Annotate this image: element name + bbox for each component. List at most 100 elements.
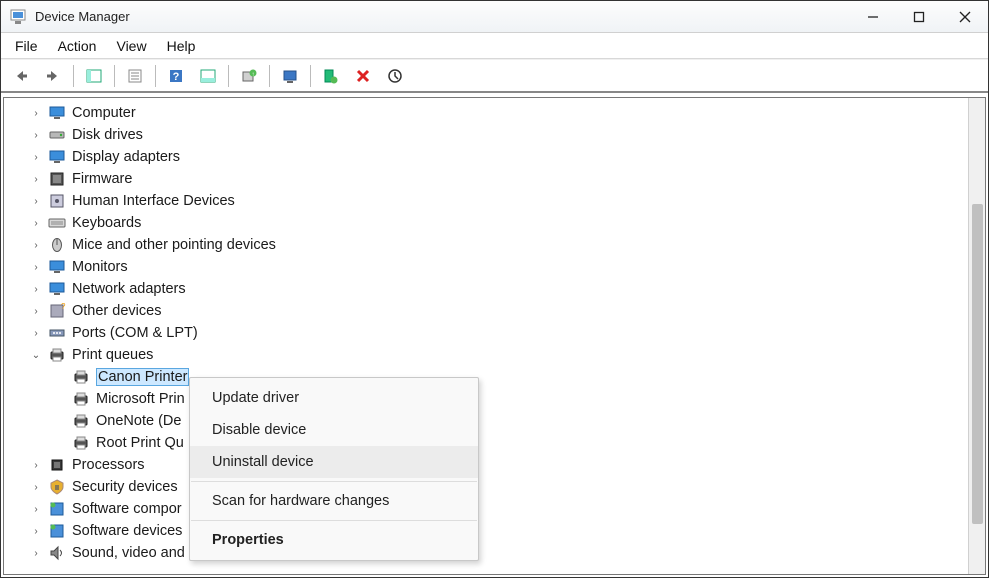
chevron-right-icon[interactable]: ›	[30, 151, 42, 163]
scrollbar-thumb[interactable]	[972, 204, 983, 524]
help-button[interactable]: ?	[164, 64, 188, 88]
mouse-icon	[48, 236, 66, 254]
tree-category[interactable]: ›Sound, video and game controllers	[4, 542, 968, 564]
tree-category[interactable]: › Mice and other pointing devices	[4, 234, 968, 256]
port-icon	[48, 324, 66, 342]
chevron-right-icon[interactable]: ›	[30, 173, 42, 185]
tree-label: Monitors	[72, 259, 128, 275]
tree-label: Ports (COM & LPT)	[72, 325, 198, 341]
tree-item[interactable]: Canon Printer	[4, 366, 968, 388]
chip-icon	[48, 170, 66, 188]
tree-category[interactable]: ⌄Print queues	[4, 344, 968, 366]
tree-label: Human Interface Devices	[72, 193, 235, 209]
chevron-right-icon[interactable]: ›	[30, 481, 42, 493]
chevron-right-icon[interactable]: ›	[30, 217, 42, 229]
tree-label: Mice and other pointing devices	[72, 237, 276, 253]
monitor-icon	[48, 148, 66, 166]
properties-button[interactable]	[123, 64, 147, 88]
tree-category[interactable]: ›Computer	[4, 102, 968, 124]
menubar: File Action View Help	[1, 33, 988, 59]
context-menu-item[interactable]: Update driver	[190, 382, 478, 414]
context-menu-item[interactable]: Properties	[190, 524, 478, 556]
uninstall-button[interactable]	[351, 64, 375, 88]
toolbar-separator	[155, 65, 156, 87]
tree-category[interactable]: ›? Other devices	[4, 300, 968, 322]
tree-label: Root Print Qu	[96, 435, 184, 451]
chevron-right-icon[interactable]: ›	[30, 327, 42, 339]
tree-label: Network adapters	[72, 281, 186, 297]
context-menu-item[interactable]: Uninstall device	[190, 446, 478, 478]
context-menu-item[interactable]: Scan for hardware changes	[190, 485, 478, 517]
tree-label: Other devices	[72, 303, 161, 319]
menu-help[interactable]: Help	[157, 36, 206, 56]
maximize-button[interactable]	[896, 1, 942, 33]
close-button[interactable]	[942, 1, 988, 33]
chevron-right-icon[interactable]: ›	[30, 459, 42, 471]
chevron-right-icon[interactable]: ›	[30, 129, 42, 141]
tree-item[interactable]: Root Print Qu	[4, 432, 968, 454]
chevron-right-icon[interactable]: ›	[30, 547, 42, 559]
security-icon	[48, 478, 66, 496]
menu-view[interactable]: View	[106, 36, 156, 56]
tree-category[interactable]: › Disk drives	[4, 124, 968, 146]
svg-text:↑: ↑	[252, 72, 255, 78]
tree-category[interactable]: ›Processors	[4, 454, 968, 476]
tree-item[interactable]: Microsoft Prin	[4, 388, 968, 410]
cpu-icon	[48, 456, 66, 474]
tree-category[interactable]: ›Firmware	[4, 168, 968, 190]
tree-category[interactable]: › Display adapters	[4, 146, 968, 168]
tree-label: Display adapters	[72, 149, 180, 165]
add-legacy-button[interactable]	[319, 64, 343, 88]
disable-button[interactable]	[383, 64, 407, 88]
chevron-down-icon[interactable]: ⌄	[30, 349, 42, 361]
chevron-right-icon[interactable]: ›	[30, 525, 42, 537]
tree-label: Software devices	[72, 523, 182, 539]
minimize-button[interactable]	[850, 1, 896, 33]
chevron-right-icon[interactable]: ›	[30, 239, 42, 251]
sound-icon	[48, 544, 66, 562]
tree-category[interactable]: ›Security devices	[4, 476, 968, 498]
tree-category[interactable]: › Human Interface Devices	[4, 190, 968, 212]
menu-file[interactable]: File	[5, 36, 48, 56]
refresh-view-button[interactable]	[196, 64, 220, 88]
content-pane: ›Computer›Disk drives›Display adapters›F…	[3, 97, 986, 575]
chevron-right-icon[interactable]: ›	[30, 283, 42, 295]
hid-icon	[48, 192, 66, 210]
toolbar-separator	[228, 65, 229, 87]
chevron-right-icon[interactable]: ›	[30, 195, 42, 207]
titlebar: Device Manager	[1, 1, 988, 33]
toolbar-separator	[114, 65, 115, 87]
app-icon	[9, 8, 27, 26]
toolbar-separator	[73, 65, 74, 87]
tree-label: Microsoft Prin	[96, 391, 185, 407]
printer-icon	[72, 390, 90, 408]
printer-icon	[72, 368, 90, 386]
context-menu-item[interactable]: Disable device	[190, 414, 478, 446]
tree-category[interactable]: › Network adapters	[4, 278, 968, 300]
forward-button[interactable]	[41, 64, 65, 88]
chevron-right-icon[interactable]: ›	[30, 305, 42, 317]
monitor-icon	[48, 104, 66, 122]
device-tree[interactable]: ›Computer›Disk drives›Display adapters›F…	[4, 98, 968, 574]
keyboard-icon	[48, 214, 66, 232]
tree-category[interactable]: › Software devices	[4, 520, 968, 542]
toolbar-separator	[269, 65, 270, 87]
chevron-right-icon[interactable]: ›	[30, 107, 42, 119]
tree-label: Keyboards	[72, 215, 141, 231]
menu-action[interactable]: Action	[48, 36, 107, 56]
tree-label: Canon Printer	[96, 368, 189, 386]
tree-label: Disk drives	[72, 127, 143, 143]
update-driver-button[interactable]: ↑	[237, 64, 261, 88]
tree-category[interactable]: › Ports (COM & LPT)	[4, 322, 968, 344]
scan-hardware-button[interactable]	[278, 64, 302, 88]
chevron-right-icon[interactable]: ›	[30, 261, 42, 273]
show-hide-tree-button[interactable]	[82, 64, 106, 88]
chevron-right-icon[interactable]: ›	[30, 503, 42, 515]
tree-item[interactable]: OneNote (De	[4, 410, 968, 432]
tree-category[interactable]: › Keyboards	[4, 212, 968, 234]
svg-text:?: ?	[61, 302, 66, 311]
tree-category[interactable]: › Monitors	[4, 256, 968, 278]
tree-category[interactable]: › Software compor	[4, 498, 968, 520]
back-button[interactable]	[9, 64, 33, 88]
tree-label: Software compor	[72, 501, 182, 517]
